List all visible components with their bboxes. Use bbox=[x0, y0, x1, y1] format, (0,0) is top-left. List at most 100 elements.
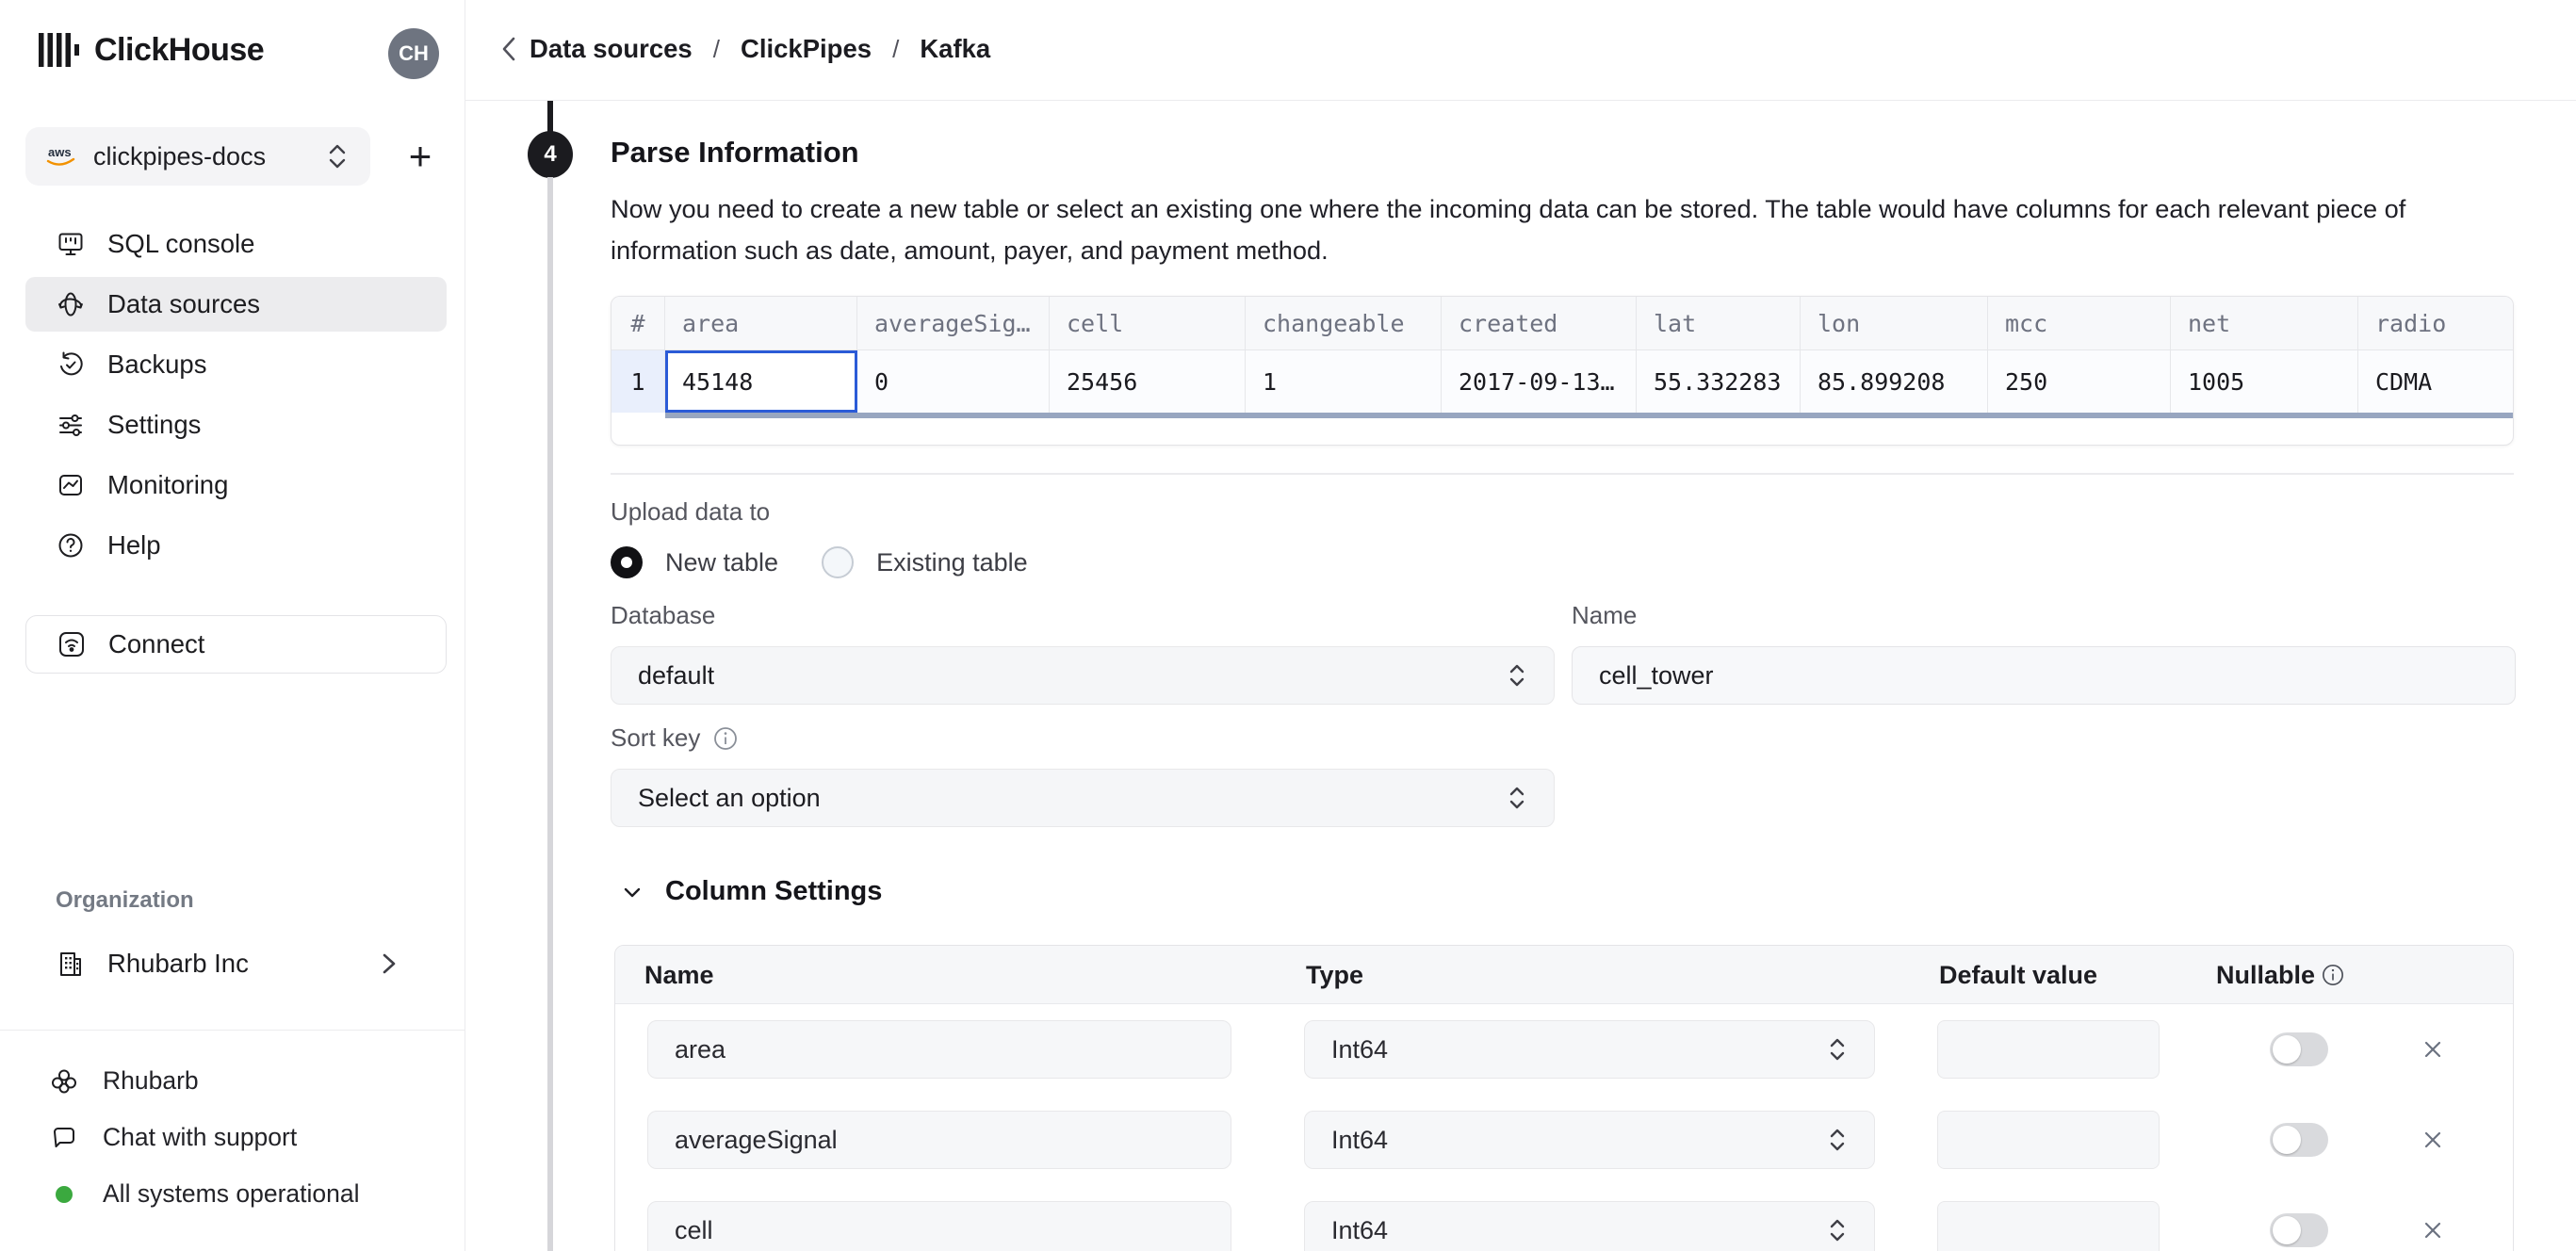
brand-logo[interactable]: ClickHouse bbox=[36, 28, 264, 72]
preview-cell[interactable]: 0 bbox=[857, 350, 1050, 413]
upload-data-to-label: Upload data to bbox=[611, 497, 770, 527]
remove-column-button[interactable] bbox=[2419, 1126, 2447, 1154]
sidebar-item-data-sources[interactable]: Data sources bbox=[25, 277, 447, 332]
sidebar-item-label: SQL console bbox=[107, 229, 254, 259]
sidebar-item-settings[interactable]: Settings bbox=[25, 398, 447, 452]
column-default-value-input[interactable] bbox=[1937, 1020, 2160, 1079]
column-type-select[interactable]: Int64 bbox=[1304, 1201, 1875, 1251]
nullable-toggle[interactable] bbox=[2270, 1213, 2328, 1247]
column-settings-row-averageSignal: Int64 bbox=[615, 1111, 2514, 1169]
status-dot bbox=[50, 1180, 78, 1209]
sql-console-icon bbox=[57, 230, 85, 258]
step-number-badge: 4 bbox=[528, 131, 573, 178]
footer-item-chat-with-support[interactable]: Chat with support bbox=[50, 1123, 297, 1152]
footer-item-rhubarb[interactable]: Rhubarb bbox=[50, 1066, 199, 1096]
stepper-line-upcoming bbox=[547, 177, 553, 1251]
header-nullable-label: Nullable bbox=[2216, 961, 2315, 990]
info-icon[interactable] bbox=[713, 726, 738, 751]
data-preview-table: #areaaverageSig…cellchangeablecreatedlat… bbox=[611, 296, 2514, 446]
column-settings-table: Name Type Default value Nullable Int64In… bbox=[614, 945, 2514, 1251]
nullable-toggle[interactable] bbox=[2270, 1032, 2328, 1066]
preview-cell[interactable]: 25456 bbox=[1050, 350, 1246, 413]
column-default-value-input[interactable] bbox=[1937, 1201, 2160, 1251]
preview-cell[interactable]: 55.332283 bbox=[1637, 350, 1801, 413]
preview-cell[interactable]: CDMA bbox=[2358, 350, 2514, 413]
organization-switcher[interactable]: Rhubarb Inc bbox=[25, 936, 447, 991]
name-label: Name bbox=[1572, 601, 1637, 630]
column-type-select[interactable]: Int64 bbox=[1304, 1020, 1875, 1079]
chat-icon bbox=[50, 1124, 78, 1152]
preview-header-created: created bbox=[1442, 297, 1637, 349]
connect-wifi-icon bbox=[57, 630, 86, 658]
column-default-value-input[interactable] bbox=[1937, 1111, 2160, 1169]
preview-cell[interactable]: 1005 bbox=[2171, 350, 2358, 413]
sidebar-item-help[interactable]: Help bbox=[25, 518, 447, 573]
footer-item-all-systems-operational[interactable]: All systems operational bbox=[50, 1179, 359, 1209]
preview-cell[interactable]: 85.899208 bbox=[1801, 350, 1988, 413]
column-type-value: Int64 bbox=[1331, 1216, 1823, 1245]
chevron-updown-icon bbox=[323, 141, 351, 171]
chevron-right-icon bbox=[375, 950, 403, 978]
radio-new-table[interactable] bbox=[611, 546, 643, 578]
sort-key-select[interactable]: Select an option bbox=[611, 769, 1555, 827]
preview-cell[interactable]: 1 bbox=[1246, 350, 1442, 413]
database-label: Database bbox=[611, 601, 715, 630]
add-service-button[interactable]: + bbox=[394, 130, 447, 183]
preview-header-lon: lon bbox=[1801, 297, 1988, 349]
footer-item-label: Rhubarb bbox=[103, 1066, 199, 1096]
stepper-line-completed bbox=[547, 101, 553, 134]
step-description: Now you need to create a new table or se… bbox=[611, 188, 2523, 270]
column-name-input[interactable] bbox=[647, 1201, 1231, 1251]
preview-header-net: net bbox=[2171, 297, 2358, 349]
preview-cell[interactable]: 2017-09-13… bbox=[1442, 350, 1637, 413]
header-name: Name bbox=[644, 946, 714, 1004]
sidebar-item-monitoring[interactable]: Monitoring bbox=[25, 458, 447, 512]
column-name-input[interactable] bbox=[647, 1020, 1231, 1079]
clickhouse-cloud-app: ClickHouse CH aws clickpipes-docs + SQL … bbox=[0, 0, 2576, 1251]
back-button[interactable] bbox=[494, 34, 524, 64]
help-icon bbox=[57, 531, 85, 560]
sort-key-label-row: Sort key bbox=[611, 723, 738, 753]
table-name-input[interactable] bbox=[1572, 646, 2516, 705]
connect-button[interactable]: Connect bbox=[25, 615, 447, 674]
breadcrumb-separator: / bbox=[713, 35, 720, 64]
preview-header-cell: cell bbox=[1050, 297, 1246, 349]
column-type-select[interactable]: Int64 bbox=[1304, 1111, 1875, 1169]
header-type: Type bbox=[1306, 946, 1363, 1004]
remove-column-button[interactable] bbox=[2419, 1216, 2447, 1244]
column-settings-toggle[interactable]: Column Settings bbox=[618, 876, 882, 907]
sidebar-item-sql-console[interactable]: SQL console bbox=[25, 217, 447, 271]
toggle-knob bbox=[2273, 1035, 2301, 1064]
column-name-input[interactable] bbox=[647, 1111, 1231, 1169]
radio-label[interactable]: Existing table bbox=[876, 548, 1028, 577]
sort-key-label: Sort key bbox=[611, 723, 700, 753]
nullable-toggle[interactable] bbox=[2270, 1123, 2328, 1157]
breadcrumb-item-data-sources[interactable]: Data sources bbox=[530, 34, 693, 64]
column-type-value: Int64 bbox=[1331, 1035, 1823, 1064]
preview-header-averageSig: averageSig… bbox=[857, 297, 1050, 349]
avatar[interactable]: CH bbox=[388, 28, 439, 79]
service-selector[interactable]: aws clickpipes-docs bbox=[25, 127, 370, 186]
monitoring-icon bbox=[57, 471, 85, 499]
sidebar-item-label: Settings bbox=[107, 410, 201, 440]
database-select[interactable]: default bbox=[611, 646, 1555, 705]
column-settings-row-cell: Int64 bbox=[615, 1201, 2514, 1251]
connect-label: Connect bbox=[108, 629, 204, 659]
remove-column-button[interactable] bbox=[2419, 1035, 2447, 1064]
preview-header-changeable: changeable bbox=[1246, 297, 1442, 349]
sidebar-item-backups[interactable]: Backups bbox=[25, 337, 447, 392]
section-divider bbox=[611, 473, 2514, 475]
horizontal-scrollbar[interactable] bbox=[665, 413, 2514, 418]
breadcrumb-item-clickpipes[interactable]: ClickPipes bbox=[741, 34, 872, 64]
sort-key-select-value: Select an option bbox=[638, 784, 1503, 813]
sidebar-item-label: Monitoring bbox=[107, 470, 228, 500]
preview-header-index: # bbox=[611, 297, 665, 349]
preview-cell[interactable]: 250 bbox=[1988, 350, 2171, 413]
info-icon[interactable] bbox=[2321, 963, 2345, 987]
preview-cell-selected[interactable]: 45148 bbox=[665, 350, 857, 413]
service-selector-label: clickpipes-docs bbox=[93, 142, 308, 171]
footer-item-label: Chat with support bbox=[103, 1123, 297, 1152]
breadcrumb-item-kafka[interactable]: Kafka bbox=[920, 34, 990, 64]
radio-label[interactable]: New table bbox=[665, 548, 778, 577]
radio-existing-table[interactable] bbox=[822, 546, 854, 578]
